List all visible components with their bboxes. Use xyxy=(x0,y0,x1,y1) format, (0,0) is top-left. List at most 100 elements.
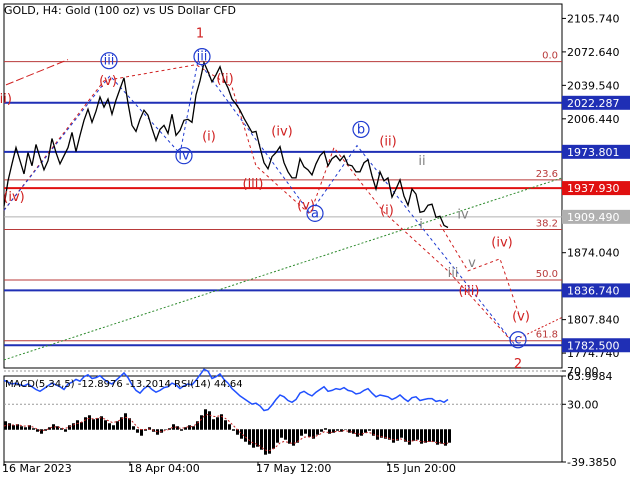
macd-bar xyxy=(432,429,435,442)
macd-bar xyxy=(20,426,23,430)
wave-path xyxy=(3,64,515,345)
price-level-label: 1973.801 xyxy=(567,146,620,159)
wave-label: i xyxy=(419,217,423,232)
y-tick-label: 1807.840 xyxy=(567,314,620,327)
macd-bar xyxy=(136,429,139,433)
macd-bar xyxy=(208,411,211,430)
macd-bar xyxy=(76,420,79,430)
chart-window: 0.023.638.250.061.81iiiiii(v)(ii)iii)(i)… xyxy=(0,0,640,480)
wave-label: 2 xyxy=(514,357,522,372)
fib-label: 50.0 xyxy=(536,269,558,280)
macd-bar xyxy=(304,429,307,434)
x-tick-label: 18 Apr 04:00 xyxy=(128,462,200,475)
macd-bar xyxy=(24,427,27,430)
y-tick-label: 2006.440 xyxy=(567,113,620,126)
macd-bar xyxy=(424,429,427,443)
wave-label: 1 xyxy=(196,26,204,41)
macd-bar xyxy=(252,429,255,448)
macd-bar xyxy=(284,429,287,440)
macd-bar xyxy=(12,425,15,430)
sub-y-tick-label: 30.00 xyxy=(567,398,599,411)
wave-label: (i) xyxy=(380,203,394,218)
macd-bar xyxy=(84,417,87,430)
indicator-title: MACD(5,34,5) -12.8976 -13.2014 RSI(14) 4… xyxy=(5,379,243,390)
macd-bar xyxy=(428,429,431,442)
macd-bar xyxy=(92,419,95,430)
x-tick-label: 16 Mar 2023 xyxy=(2,462,72,475)
macd-bar xyxy=(64,429,67,432)
fib-label: 23.6 xyxy=(536,169,558,180)
macd-bar xyxy=(360,429,363,436)
price-level-label: 2022.287 xyxy=(567,97,620,110)
sub-y-tick-label: -39.3850 xyxy=(567,456,616,469)
wave-label: (ii) xyxy=(379,135,396,150)
macd-bar xyxy=(128,418,131,430)
macd-bar xyxy=(8,423,11,430)
macd-bar xyxy=(172,424,175,430)
chart-title: GOLD, H4: Gold (100 oz) vs US Dollar CFD xyxy=(4,4,236,17)
price-level-label: 1909.490 xyxy=(567,211,620,224)
wave-label: iii) xyxy=(0,92,12,107)
macd-bar xyxy=(336,429,339,431)
macd-bar xyxy=(112,425,115,430)
main-frame xyxy=(3,3,563,369)
macd-bar xyxy=(416,429,419,440)
wave-label: (iv) xyxy=(3,190,24,205)
wave-label: iv xyxy=(457,207,469,222)
fib-label: 61.8 xyxy=(536,330,558,341)
wave-label: c xyxy=(514,333,521,348)
macd-bar xyxy=(132,426,135,430)
macd-bar xyxy=(244,429,247,442)
macd-bar xyxy=(104,420,107,430)
macd-bar xyxy=(108,423,111,430)
trend-line xyxy=(3,177,563,361)
macd-bar xyxy=(124,413,127,430)
price-chart: 0.023.638.250.061.81iiiiii(v)(ii)iii)(i)… xyxy=(0,3,630,475)
macd-bar xyxy=(120,417,123,430)
wave-label: (iv) xyxy=(271,124,292,139)
sub-y-tick-label: 70.00 xyxy=(567,365,599,378)
macd-bar xyxy=(320,429,323,432)
macd-bar xyxy=(216,417,219,430)
macd-bar xyxy=(344,429,347,430)
fib-label: 0.0 xyxy=(542,51,558,62)
macd-bar xyxy=(224,420,227,430)
macd-bar xyxy=(288,429,291,444)
wave-label: iii xyxy=(448,266,459,281)
macd-bar xyxy=(204,409,207,430)
macd-bar xyxy=(392,429,395,443)
price-level-label: 1836.740 xyxy=(567,284,620,297)
price-level-label: 1782.500 xyxy=(567,339,620,352)
macd-bar xyxy=(324,428,327,430)
macd-bar xyxy=(400,429,403,438)
wave-label: (i) xyxy=(202,130,216,145)
macd-bar xyxy=(140,429,143,436)
wave-label: v xyxy=(468,256,476,271)
macd-bar xyxy=(164,429,167,430)
macd-bar xyxy=(440,429,443,444)
wave-label: (iii) xyxy=(459,284,480,299)
macd-bar xyxy=(300,429,303,436)
macd-bar xyxy=(96,418,99,430)
macd-bar xyxy=(316,429,319,435)
macd-bar xyxy=(412,429,415,441)
macd-bar xyxy=(188,425,191,430)
macd-bar xyxy=(32,428,35,430)
macd-bar xyxy=(264,429,267,455)
macd-bar xyxy=(408,429,411,445)
macd-bar xyxy=(280,429,283,438)
wave-label: iii xyxy=(104,54,115,69)
wave-label: (iv) xyxy=(491,236,512,251)
y-tick-label: 2105.740 xyxy=(567,12,620,25)
macd-bar xyxy=(308,429,311,437)
x-tick-label: 17 May 12:00 xyxy=(256,462,331,475)
fib-label: 38.2 xyxy=(536,218,558,229)
wave-label: b xyxy=(357,122,365,137)
macd-bar xyxy=(232,429,235,431)
y-tick-label: 2039.540 xyxy=(567,79,620,92)
macd-bar xyxy=(160,429,163,433)
macd-bar xyxy=(88,415,91,430)
macd-bar xyxy=(248,429,251,445)
wave-label: ii xyxy=(418,154,425,169)
macd-bar xyxy=(328,429,331,434)
